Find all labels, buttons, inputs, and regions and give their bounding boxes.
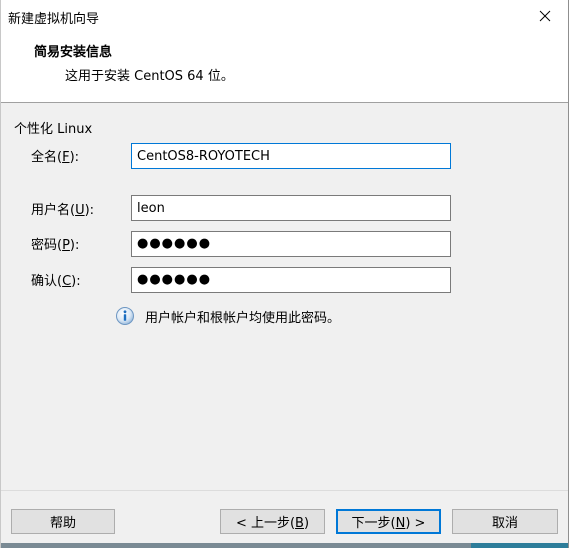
back-button-label: < 上一步(B) (235, 516, 310, 531)
password-mask: ●●●●●● (137, 236, 212, 251)
username-input[interactable] (131, 195, 451, 221)
close-icon (539, 10, 551, 22)
next-button[interactable]: 下一步(N) > (336, 509, 441, 534)
cancel-button[interactable]: 取消 (452, 509, 558, 534)
info-text: 用户帐户和根帐户均使用此密码。 (145, 310, 341, 326)
page-subtitle: 这用于安装 CentOS 64 位。 (65, 69, 234, 84)
close-button[interactable] (522, 0, 568, 32)
fullname-label: 全名(F): (31, 150, 80, 165)
next-button-label: 下一步(N) > (351, 516, 426, 531)
info-row: 用户帐户和根帐户均使用此密码。 (115, 306, 340, 326)
confirm-input[interactable]: ●●●●●● (131, 267, 451, 293)
confirm-label: 确认(C): (31, 274, 81, 289)
info-icon (116, 307, 134, 325)
back-button[interactable]: < 上一步(B) (220, 509, 325, 534)
page-title: 简易安装信息 (34, 45, 113, 60)
title-bar[interactable]: 新建虚拟机向导 (1, 0, 568, 32)
help-button-label: 帮助 (49, 516, 76, 531)
group-label: 个性化 Linux (14, 122, 93, 137)
username-label: 用户名(U): (31, 203, 95, 218)
fullname-input[interactable] (131, 143, 451, 169)
password-label: 密码(P): (31, 238, 80, 253)
window-title: 新建虚拟机向导 (8, 12, 100, 27)
cancel-button-label: 取消 (491, 516, 518, 531)
wizard-header: 简易安装信息 这用于安装 CentOS 64 位。 (1, 32, 568, 103)
help-button[interactable]: 帮助 (11, 509, 115, 534)
wizard-window: 新建虚拟机向导 简易安装信息 这用于安装 CentOS 64 位。 个性化 Li… (0, 0, 569, 548)
footer-divider (1, 490, 568, 491)
window-bottom-edge-left (1, 543, 471, 548)
confirm-mask: ●●●●●● (137, 272, 212, 287)
password-input[interactable]: ●●●●●● (131, 231, 451, 257)
